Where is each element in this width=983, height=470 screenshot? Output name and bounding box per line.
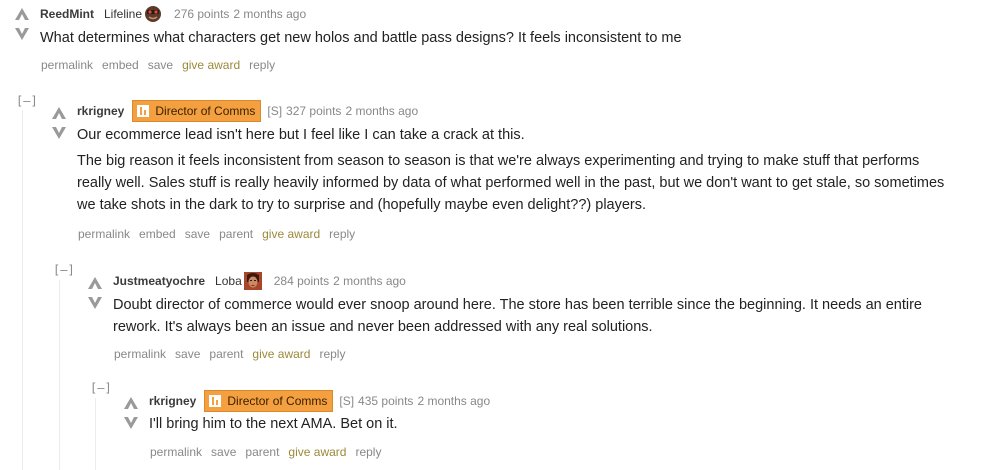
vote-controls — [87, 276, 103, 312]
reply-link[interactable]: reply — [249, 58, 275, 72]
upvote-arrow-icon[interactable] — [51, 106, 67, 120]
upvote-arrow-icon[interactable] — [14, 7, 30, 21]
comment-paragraph: Our ecommerce lead isn't here but I feel… — [77, 127, 525, 143]
vote-controls — [14, 7, 30, 43]
comment-tagline: ReedMint Lifeline 276 points 2 months ag… — [40, 5, 306, 23]
collapse-toggle[interactable]: [–] — [53, 263, 75, 277]
timestamp: 2 months ago — [233, 7, 307, 21]
comment-actions: permalink embed save parent give award reply — [78, 227, 364, 241]
lifeline-avatar-icon — [144, 5, 162, 23]
embed-link[interactable]: embed — [139, 227, 176, 241]
comment-body: Our ecommerce lead isn't here but I feel… — [77, 124, 957, 220]
badge-logo-icon — [137, 105, 150, 117]
give-award-link[interactable]: give award — [262, 227, 320, 241]
author-link[interactable]: Justmeatyochre — [113, 273, 205, 289]
parent-link[interactable]: parent — [245, 445, 279, 459]
timestamp: 2 months ago — [333, 274, 406, 288]
comment-body: What determines what characters get new … — [40, 27, 960, 53]
downvote-arrow-icon[interactable] — [87, 296, 103, 310]
save-link[interactable]: save — [148, 58, 173, 72]
thread-line — [22, 110, 23, 470]
score: 327 points — [286, 104, 342, 118]
save-link[interactable]: save — [175, 347, 200, 361]
comment-tagline: rkrigney Director of Comms [S] 435 point… — [149, 390, 490, 412]
collapse-toggle[interactable]: [–] — [90, 381, 112, 395]
user-flair: Lifeline — [104, 7, 143, 21]
downvote-arrow-icon[interactable] — [123, 416, 139, 430]
permalink-link[interactable]: permalink — [114, 347, 166, 361]
give-award-link[interactable]: give award — [252, 347, 310, 361]
author-link[interactable]: rkrigney — [149, 393, 196, 409]
reply-link[interactable]: reply — [329, 227, 355, 241]
downvote-arrow-icon[interactable] — [14, 27, 30, 41]
give-award-link[interactable]: give award — [182, 58, 240, 72]
thread-line — [95, 398, 96, 470]
comment-body: I'll bring him to the next AMA. Bet on i… — [149, 413, 969, 439]
author-link[interactable]: ReedMint — [40, 6, 94, 22]
parent-link[interactable]: parent — [219, 227, 253, 241]
comment-paragraph: I'll bring him to the next AMA. Bet on i… — [149, 416, 398, 432]
director-of-comms-badge: Director of Comms — [132, 100, 262, 122]
permalink-link[interactable]: permalink — [41, 58, 93, 72]
submitter-tag: [S] — [267, 104, 283, 118]
upvote-arrow-icon[interactable] — [123, 396, 139, 410]
score: 276 points — [174, 7, 230, 21]
comment-paragraph: The big reason it feels inconsistent fro… — [77, 153, 945, 213]
downvote-arrow-icon[interactable] — [51, 126, 67, 140]
badge-label: Director of Comms — [227, 394, 328, 408]
badge-label: Director of Comms — [155, 104, 256, 118]
vote-controls — [123, 396, 139, 432]
thread-line — [59, 280, 60, 470]
vote-controls — [51, 106, 67, 142]
upvote-arrow-icon[interactable] — [87, 276, 103, 290]
submitter-tag: [S] — [339, 394, 355, 408]
timestamp: 2 months ago — [345, 104, 419, 118]
save-link[interactable]: save — [211, 445, 236, 459]
embed-link[interactable]: embed — [102, 58, 139, 72]
permalink-link[interactable]: permalink — [78, 227, 130, 241]
comment-actions: permalink embed save give award reply — [41, 58, 284, 72]
director-of-comms-badge: Director of Comms — [204, 390, 334, 412]
permalink-link[interactable]: permalink — [150, 445, 202, 459]
user-flair: Loba — [215, 274, 242, 288]
save-link[interactable]: save — [185, 227, 210, 241]
comment-tagline: rkrigney Director of Comms [S] 327 point… — [77, 100, 418, 122]
reply-link[interactable]: reply — [319, 347, 345, 361]
comment-actions: permalink save parent give award reply — [150, 445, 390, 459]
comment-paragraph: What determines what characters get new … — [40, 30, 682, 46]
parent-link[interactable]: parent — [209, 347, 243, 361]
comment-body: Doubt director of commerce would ever sn… — [113, 294, 963, 342]
score: 284 points — [273, 274, 330, 288]
author-link[interactable]: rkrigney — [77, 103, 124, 119]
comment-tagline: Justmeatyochre Loba 284 points 2 months … — [113, 272, 406, 290]
score: 435 points — [358, 394, 414, 408]
badge-logo-icon — [209, 395, 222, 407]
comment-paragraph: Doubt director of commerce would ever sn… — [113, 297, 922, 335]
collapse-toggle[interactable]: [–] — [16, 94, 38, 108]
comment-actions: permalink save parent give award reply — [114, 347, 354, 361]
reply-link[interactable]: reply — [355, 445, 381, 459]
timestamp: 2 months ago — [417, 394, 491, 408]
loba-avatar-icon — [243, 272, 262, 290]
give-award-link[interactable]: give award — [288, 445, 346, 459]
